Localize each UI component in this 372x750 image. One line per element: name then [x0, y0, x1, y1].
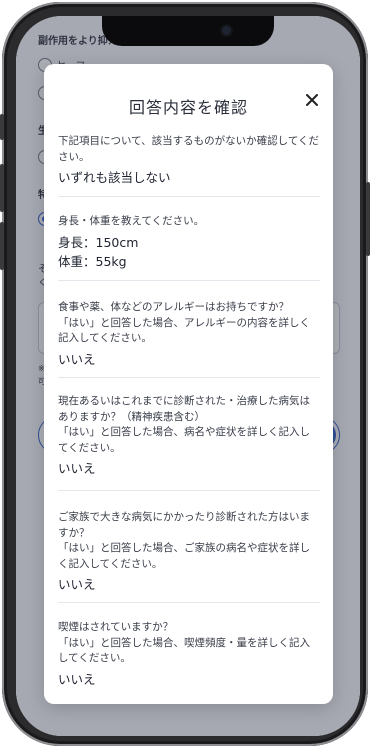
answer-item: 現在あるいはこれまでに診断された・治療した病気はありますか？（精神疾患含む） 「… — [58, 394, 320, 478]
answer-text: いずれも該当しない — [58, 170, 171, 185]
volume-down-button — [0, 222, 4, 270]
question-text: 身長・体重を教えてください。 — [58, 215, 205, 227]
answer-item: 喫煙はされていますか？ 「はい」と回答した場合、喫煙頻度・量を詳しく記入してくだ… — [58, 620, 320, 689]
answer-item: 食事や薬、体などのアレルギーはお持ちですか？ 「はい」と回答した場合、アレルギー… — [58, 300, 320, 369]
volume-up-button — [0, 164, 4, 212]
question-text: 喫煙はされていますか？ 「はい」と回答した場合、喫煙頻度・量を詳しく記入してくだ… — [58, 621, 310, 664]
camera-icon — [222, 26, 231, 35]
answer-text: いいえ — [58, 577, 96, 592]
phone-frame: 副作用をより抑えた セーフ 生 特 そ く ※ 可 回答内容を確認 — [0, 2, 370, 746]
divider — [58, 377, 320, 378]
confirm-answers-modal: 回答内容を確認 下記項目について、該当するものがないか確認してください。いずれも… — [44, 64, 333, 704]
answer-text: 身長：150cm — [58, 234, 139, 250]
close-button[interactable] — [300, 88, 324, 112]
answer-item: 下記項目について、該当するものがないか確認してください。いずれも該当しない — [58, 134, 320, 187]
answer-item: 身長・体重を教えてください。身長：150cm 体重：55kg — [58, 214, 320, 271]
modal-title: 回答内容を確認 — [128, 98, 248, 117]
answer-text: いいえ — [58, 671, 96, 687]
divider — [58, 602, 320, 603]
notch — [102, 16, 274, 46]
power-button — [366, 182, 370, 256]
answer-item: ご家族で大きな病気にかかったり診断された方はいますか？ 「はい」と回答した場合、… — [58, 510, 320, 594]
answer-text: 体重：55kg — [58, 253, 127, 269]
divider — [58, 280, 320, 281]
screen: 副作用をより抑えた セーフ 生 特 そ く ※ 可 回答内容を確認 — [16, 16, 360, 736]
question-text: 食事や薬、体などのアレルギーはお持ちですか？ 「はい」と回答した場合、アレルギー… — [58, 301, 310, 344]
question-text: 下記項目について、該当するものがないか確認してください。 — [58, 135, 320, 163]
question-text: ご家族で大きな病気にかかったり診断された方はいますか？ 「はい」と回答した場合、… — [58, 511, 310, 570]
answer-text: いいえ — [58, 351, 96, 367]
mute-switch — [0, 114, 4, 140]
divider — [58, 490, 320, 491]
divider — [58, 196, 320, 197]
answer-text: いいえ — [58, 461, 96, 476]
close-icon — [306, 94, 318, 106]
question-text: 現在あるいはこれまでに診断された・治療した病気はありますか？（精神疾患含む） 「… — [58, 395, 310, 454]
